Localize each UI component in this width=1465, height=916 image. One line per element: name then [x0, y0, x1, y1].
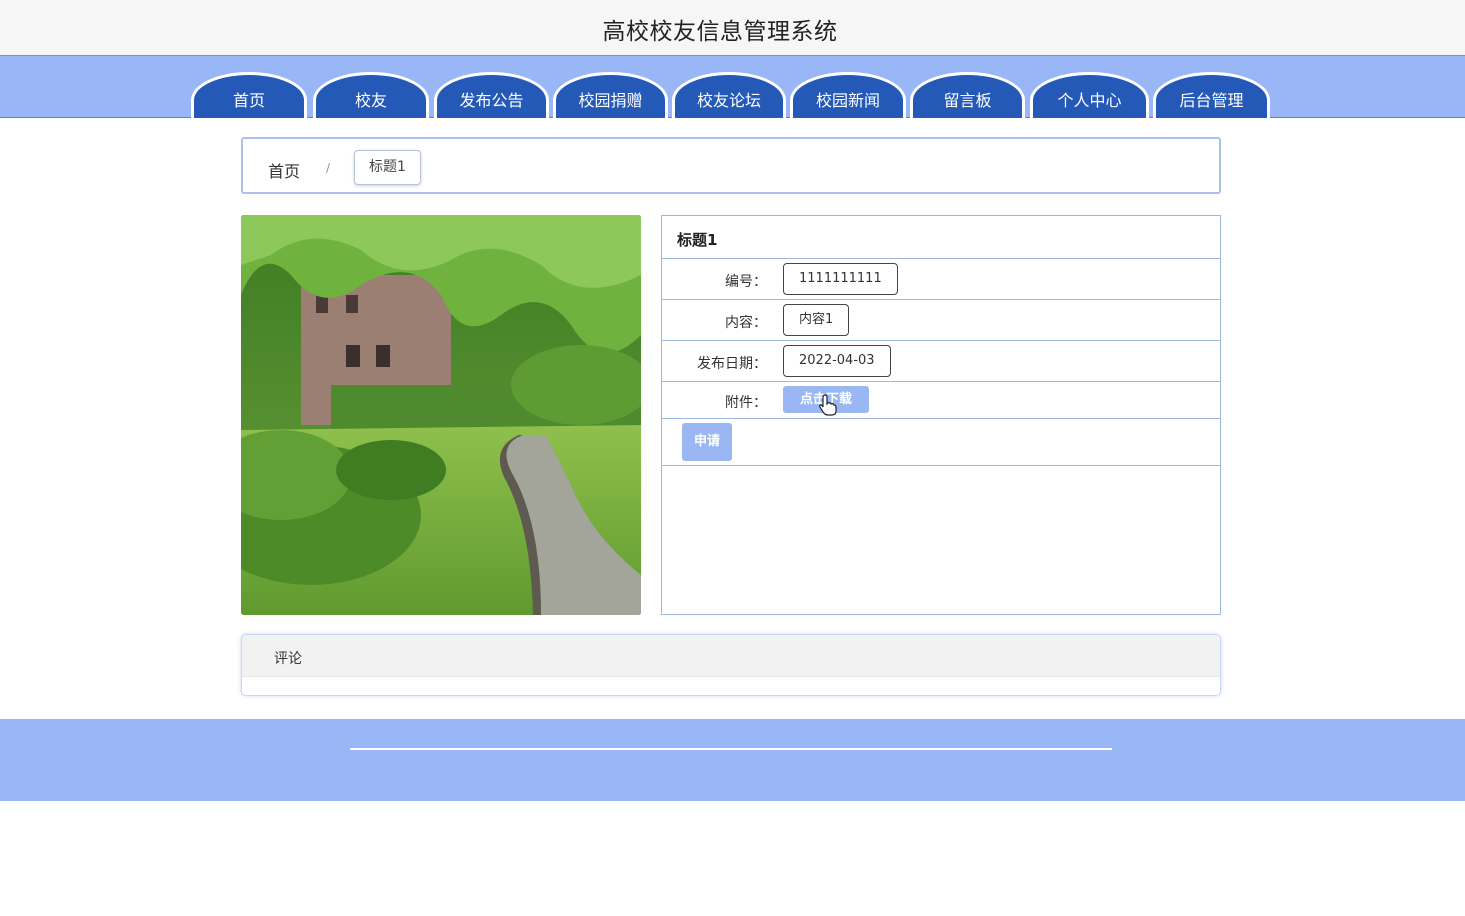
site-title: 高校校友信息管理系统 — [602, 19, 838, 45]
content-label: 内容： — [725, 315, 767, 331]
content-value: 内容1 — [783, 304, 850, 336]
nav-tab-guestbook[interactable]: 留言板 — [910, 72, 1025, 118]
footer-divider — [350, 748, 1112, 750]
comments-panel: 评论 — [241, 634, 1221, 696]
comments-header: 评论 — [242, 635, 1220, 677]
detail-title: 标题1 — [677, 231, 718, 249]
attachment-label: 附件： — [725, 395, 767, 411]
nav-tab-alumni[interactable]: 校友 — [313, 72, 429, 118]
item-photo — [241, 215, 641, 615]
content-row: 内容： 内容1 — [662, 300, 1220, 341]
detail-panel: 标题1 编号： 1111111111 内容： 内容1 发布日期： 2022-04… — [661, 215, 1221, 615]
date-label: 发布日期： — [697, 356, 767, 372]
comments-title: 评论 — [274, 651, 302, 667]
nav-tab-profile[interactable]: 个人中心 — [1030, 72, 1149, 118]
footer — [0, 719, 1465, 801]
detail-title-row: 标题1 — [662, 216, 1220, 259]
breadcrumb-home[interactable]: 首页 — [268, 158, 300, 182]
number-label: 编号： — [725, 274, 767, 290]
nav-tab-announcements[interactable]: 发布公告 — [434, 72, 549, 118]
breadcrumb-separator: / — [326, 161, 331, 175]
breadcrumb: 首页 / 标题1 — [241, 137, 1221, 194]
number-value: 1111111111 — [783, 263, 898, 295]
nav-tab-admin[interactable]: 后台管理 — [1153, 72, 1270, 118]
main-nav: 首页 校友 发布公告 校园捐赠 校友论坛 校园新闻 留言板 个人中心 后台管理 — [0, 56, 1465, 118]
nav-tab-forum[interactable]: 校友论坛 — [672, 72, 786, 118]
date-value: 2022-04-03 — [783, 345, 891, 377]
hand-pointer-icon — [819, 394, 837, 416]
apply-row: 申请 — [662, 419, 1220, 466]
attachment-row: 附件： 点击下载 — [662, 382, 1220, 419]
number-row: 编号： 1111111111 — [662, 259, 1220, 300]
apply-button[interactable]: 申请 — [682, 423, 732, 461]
top-header: 高校校友信息管理系统 — [0, 0, 1465, 56]
garden-path-image — [241, 215, 641, 615]
nav-tab-home[interactable]: 首页 — [191, 72, 307, 118]
nav-tab-news[interactable]: 校园新闻 — [790, 72, 906, 118]
date-row: 发布日期： 2022-04-03 — [662, 341, 1220, 382]
breadcrumb-current: 标题1 — [354, 150, 421, 185]
nav-tab-donations[interactable]: 校园捐赠 — [553, 72, 668, 118]
